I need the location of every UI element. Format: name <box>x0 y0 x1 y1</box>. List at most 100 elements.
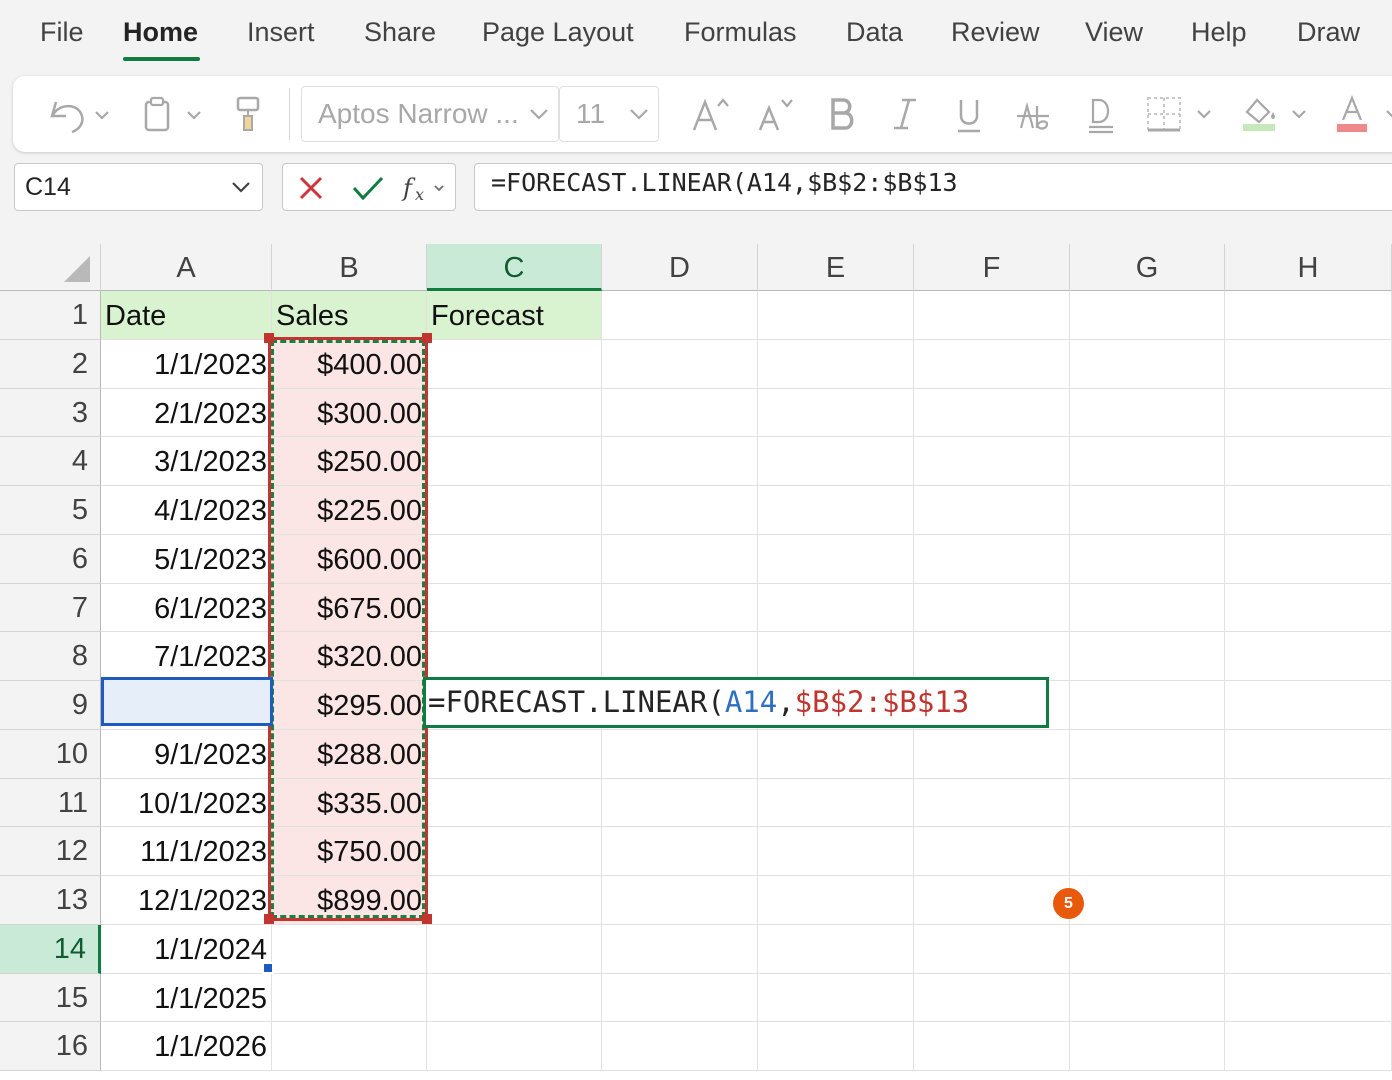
cell-d5[interactable] <box>602 486 758 535</box>
cell-f11[interactable] <box>914 778 1070 828</box>
cell-e4[interactable] <box>758 437 914 486</box>
cell-f15[interactable] <box>914 973 1070 1023</box>
cell-c2[interactable] <box>427 339 602 389</box>
cell-f10[interactable] <box>914 729 1070 779</box>
cell-c6[interactable] <box>427 534 602 584</box>
cell-c8[interactable] <box>427 632 602 681</box>
cell-h5[interactable] <box>1225 486 1392 535</box>
cell-d15[interactable] <box>602 973 758 1023</box>
cell-b9[interactable]: $295.00 <box>272 681 427 730</box>
increase-font-button[interactable] <box>685 76 735 152</box>
menu-insert[interactable]: Insert <box>247 17 315 48</box>
fill-handle[interactable] <box>262 962 274 974</box>
cell-a13[interactable]: 12/1/2023 <box>101 876 272 925</box>
menu-view[interactable]: View <box>1085 17 1143 48</box>
row-header-1[interactable]: 1 <box>0 291 101 340</box>
cell-e12[interactable] <box>758 827 914 876</box>
cell-d3[interactable] <box>602 388 758 438</box>
cell-a11[interactable]: 10/1/2023 <box>101 778 272 828</box>
row-header-9[interactable]: 9 <box>0 681 101 730</box>
column-header-g[interactable]: G <box>1070 244 1225 291</box>
row-header-2[interactable]: 2 <box>0 339 101 389</box>
column-header-f[interactable]: F <box>914 244 1070 291</box>
row-header-6[interactable]: 6 <box>0 534 101 584</box>
confirm-check-icon[interactable] <box>351 174 385 202</box>
cell-h13[interactable] <box>1225 876 1392 925</box>
cell-g3[interactable] <box>1070 388 1225 438</box>
select-all-corner[interactable] <box>0 244 101 291</box>
font-size-dropdown[interactable]: 11 <box>559 86 659 142</box>
row-header-8[interactable]: 8 <box>0 632 101 681</box>
cell-a7[interactable]: 6/1/2023 <box>101 583 272 633</box>
cell-g4[interactable] <box>1070 437 1225 486</box>
column-header-h[interactable]: H <box>1225 244 1392 291</box>
double-underline-button[interactable] <box>1079 76 1123 152</box>
cell-f1[interactable] <box>914 291 1070 340</box>
cell-e11[interactable] <box>758 778 914 828</box>
cell-c15[interactable] <box>427 973 602 1023</box>
cell-e15[interactable] <box>758 973 914 1023</box>
cell-a6[interactable]: 5/1/2023 <box>101 534 272 584</box>
cell-g11[interactable] <box>1070 778 1225 828</box>
cell-b2[interactable]: $400.00 <box>272 339 427 389</box>
cell-e5[interactable] <box>758 486 914 535</box>
reference-cell-a14[interactable] <box>101 677 273 726</box>
fill-color-button[interactable] <box>1235 76 1319 152</box>
cell-c5[interactable] <box>427 486 602 535</box>
paste-button[interactable] <box>137 76 209 152</box>
borders-button[interactable] <box>1141 76 1223 152</box>
cell-f16[interactable] <box>914 1022 1070 1071</box>
column-header-e[interactable]: E <box>758 244 914 291</box>
cell-a12[interactable]: 11/1/2023 <box>101 827 272 876</box>
cell-b13[interactable]: $899.00 <box>272 876 427 925</box>
cell-g7[interactable] <box>1070 583 1225 633</box>
cell-e7[interactable] <box>758 583 914 633</box>
cell-d10[interactable] <box>602 729 758 779</box>
cell-a4[interactable]: 3/1/2023 <box>101 437 272 486</box>
formula-bar[interactable]: =FORECAST.LINEAR(A14,$B$2:$B$13 <box>474 163 1392 211</box>
cell-c16[interactable] <box>427 1022 602 1071</box>
row-header-5[interactable]: 5 <box>0 486 101 535</box>
cell-b14[interactable] <box>272 924 427 974</box>
cell-a16[interactable]: 1/1/2026 <box>101 1022 272 1071</box>
cell-a15[interactable]: 1/1/2025 <box>101 973 272 1023</box>
cell-e10[interactable] <box>758 729 914 779</box>
cell-f8[interactable] <box>914 632 1070 681</box>
underline-button[interactable] <box>947 76 991 152</box>
cell-h15[interactable] <box>1225 973 1392 1023</box>
cell-d7[interactable] <box>602 583 758 633</box>
cell-b1[interactable]: Sales <box>272 291 427 340</box>
menu-review[interactable]: Review <box>951 17 1040 48</box>
cell-d11[interactable] <box>602 778 758 828</box>
cell-a14[interactable]: 1/1/2024 <box>101 924 272 974</box>
strikethrough-button[interactable] <box>1011 76 1055 152</box>
cell-g2[interactable] <box>1070 339 1225 389</box>
name-box[interactable]: C14 <box>14 163 263 211</box>
cell-b12[interactable]: $750.00 <box>272 827 427 876</box>
cell-g13[interactable] <box>1070 876 1225 925</box>
row-header-12[interactable]: 12 <box>0 827 101 876</box>
cell-c1[interactable]: Forecast <box>427 291 602 340</box>
menu-formulas[interactable]: Formulas <box>684 17 797 48</box>
cell-e3[interactable] <box>758 388 914 438</box>
cell-g5[interactable] <box>1070 486 1225 535</box>
cell-f14[interactable] <box>914 924 1070 974</box>
row-header-14[interactable]: 14 <box>0 924 101 974</box>
column-header-c[interactable]: C <box>427 244 602 291</box>
cell-h11[interactable] <box>1225 778 1392 828</box>
cell-h8[interactable] <box>1225 632 1392 681</box>
bold-button[interactable] <box>819 76 863 152</box>
cell-a2[interactable]: 1/1/2023 <box>101 339 272 389</box>
menu-help[interactable]: Help <box>1191 17 1247 48</box>
cell-e16[interactable] <box>758 1022 914 1071</box>
cell-h9[interactable] <box>1225 681 1392 730</box>
cell-h6[interactable] <box>1225 534 1392 584</box>
cell-d1[interactable] <box>602 291 758 340</box>
cell-g9[interactable] <box>1070 681 1225 730</box>
cell-a10[interactable]: 9/1/2023 <box>101 729 272 779</box>
cell-e2[interactable] <box>758 339 914 389</box>
cell-c7[interactable] <box>427 583 602 633</box>
row-header-3[interactable]: 3 <box>0 388 101 438</box>
cell-c12[interactable] <box>427 827 602 876</box>
insert-function-icon[interactable]: f x <box>401 172 451 204</box>
